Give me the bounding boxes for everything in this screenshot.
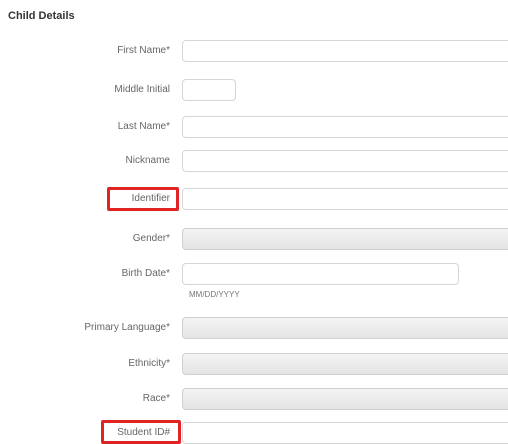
- nickname-input[interactable]: [182, 150, 508, 172]
- gender-label: Gender*: [132, 233, 170, 244]
- identifier-input[interactable]: [182, 188, 508, 210]
- first-name-input[interactable]: [182, 40, 508, 62]
- section-title: Child Details: [8, 10, 75, 22]
- primary-language-label: Primary Language*: [84, 322, 170, 333]
- primary-language-select[interactable]: [182, 317, 508, 339]
- nickname-label: Nickname: [125, 155, 170, 166]
- last-name-input[interactable]: [182, 116, 508, 138]
- identifier-label: Identifier: [131, 193, 170, 204]
- last-name-label: Last Name*: [117, 121, 170, 132]
- gender-select[interactable]: [182, 228, 508, 250]
- birth-date-format-hint: MM/DD/YYYY: [189, 290, 240, 299]
- ethnicity-label: Ethnicity*: [128, 358, 170, 369]
- student-id-label: Student ID#: [117, 427, 170, 438]
- race-label: Race*: [142, 393, 170, 404]
- race-select[interactable]: [182, 388, 508, 410]
- middle-initial-input[interactable]: [182, 79, 236, 101]
- birth-date-label: Birth Date*: [121, 268, 170, 279]
- birth-date-input[interactable]: [182, 263, 459, 285]
- middle-initial-label: Middle Initial: [114, 84, 170, 95]
- ethnicity-select[interactable]: [182, 353, 508, 375]
- student-id-input[interactable]: [182, 422, 508, 444]
- first-name-label: First Name*: [117, 45, 170, 56]
